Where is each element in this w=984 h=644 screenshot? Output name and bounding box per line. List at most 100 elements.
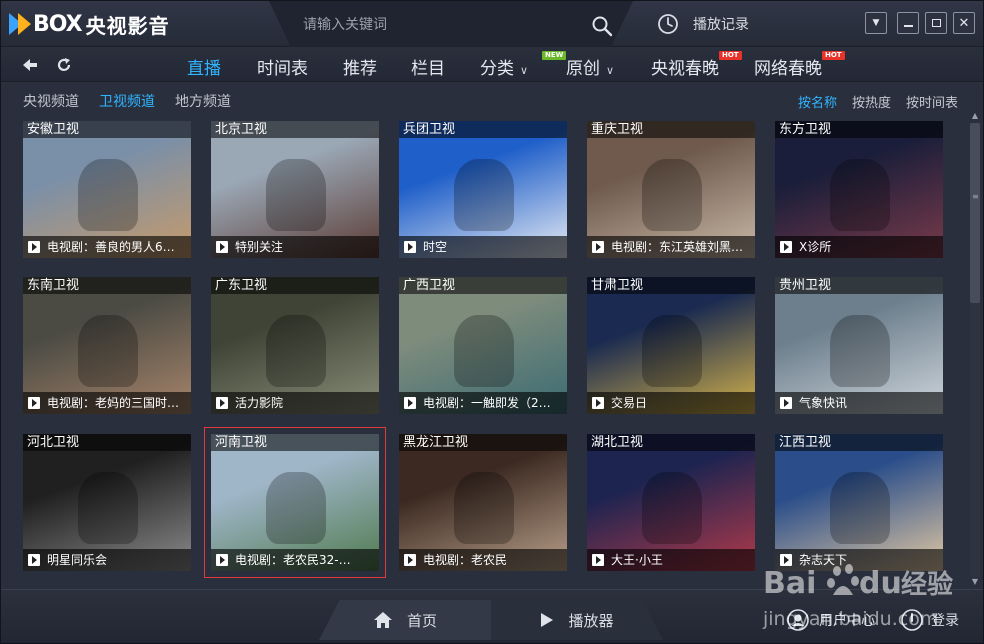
program-title: 交易日	[587, 392, 755, 414]
player-label: 播放器	[568, 611, 614, 630]
play-icon	[28, 397, 40, 409]
program-title: X诊所	[775, 236, 943, 258]
program-title: 明星同乐会	[23, 549, 191, 571]
channel-tile[interactable]: 广东卫视 活力影院	[211, 277, 379, 414]
channel-tile[interactable]: 甘肃卫视 交易日	[587, 277, 755, 414]
channel-tile[interactable]: 兵团卫视 时空	[399, 121, 567, 258]
nav-original[interactable]: 原创 ∨	[566, 54, 615, 79]
menu-dropdown-button[interactable]: ▼	[865, 12, 887, 34]
play-icon	[592, 397, 604, 409]
close-icon: ✕	[958, 15, 970, 31]
player-button[interactable]: 播放器	[491, 600, 663, 640]
program-title: 电视剧：善良的男人6…	[23, 236, 191, 258]
scroll-down-arrow-icon[interactable]: ▼	[969, 577, 981, 587]
scrollbar[interactable]: ▲ ≡ ▼	[965, 111, 983, 589]
nav-category-label: 分类	[480, 59, 514, 79]
new-badge: NEW	[542, 51, 567, 60]
play-icon	[216, 554, 228, 566]
program-title: 杂志天下	[775, 549, 943, 571]
nav-columns-label: 栏目	[411, 59, 445, 79]
hot-badge: HOT	[822, 51, 845, 60]
play-icon	[216, 397, 228, 409]
nav-schedule[interactable]: 时间表	[257, 54, 308, 79]
maximize-button[interactable]	[925, 12, 947, 34]
tab-satellite-channels[interactable]: 卫视频道	[99, 91, 155, 111]
user-icon	[787, 609, 809, 631]
tab-cctv-channels[interactable]: 央视频道	[23, 91, 79, 111]
scroll-up-arrow-icon[interactable]: ▲	[969, 111, 981, 121]
channel-name: 东南卫视	[23, 277, 191, 294]
minimize-icon	[903, 24, 913, 27]
channel-tile[interactable]: 河北卫视 明星同乐会	[23, 434, 191, 571]
sort-by-popularity[interactable]: 按热度	[852, 92, 891, 111]
play-history-button[interactable]: 播放记录	[657, 12, 749, 36]
channel-tile[interactable]: 东南卫视电视剧：老妈的三国时…	[23, 277, 191, 414]
program-title: 时空	[399, 236, 567, 258]
channel-name: 北京卫视	[211, 121, 379, 138]
channel-tile[interactable]: 贵州卫视 气象快讯	[775, 277, 943, 414]
home-button[interactable]: 首页	[319, 600, 491, 640]
channel-name: 重庆卫视	[587, 121, 755, 138]
channel-tile[interactable]: 北京卫视 特别关注	[211, 121, 379, 258]
program-title: 电视剧：东江英雄刘黑…	[587, 236, 755, 258]
channel-tile[interactable]: 湖北卫视大王·小王	[587, 434, 755, 571]
channel-name: 安徽卫视	[23, 121, 191, 138]
nav-recommend[interactable]: 推荐	[343, 54, 377, 79]
channel-tile[interactable]: 黑龙江卫视 电视剧：老农民	[399, 434, 567, 571]
chevron-down-icon: ∨	[606, 64, 615, 77]
logo-chinese: 央视影音	[85, 13, 170, 38]
channel-tile[interactable]: 重庆卫视电视剧：东江英雄刘黑…	[587, 121, 755, 258]
bottom-bar: 首页 播放器 用户中心 登录	[1, 589, 983, 643]
back-arrow-icon[interactable]	[21, 56, 39, 74]
play-icon	[28, 554, 40, 566]
channel-name: 湖北卫视	[587, 434, 755, 451]
tab-local-channels[interactable]: 地方频道	[175, 91, 231, 111]
login-button[interactable]: 登录	[901, 609, 959, 631]
app-window: BOX 央视影音 播放记录 ▼ ✕	[0, 0, 984, 644]
grip-icon: ≡	[972, 192, 979, 201]
app-logo: BOX 央视影音	[9, 11, 170, 38]
nav-schedule-label: 时间表	[257, 59, 308, 79]
play-icon	[780, 397, 792, 409]
channel-tile[interactable]: 江西卫视 杂志天下	[775, 434, 943, 571]
nav-columns[interactable]: 栏目	[411, 54, 445, 79]
nav-cctv-gala[interactable]: 央视春晚 HOT	[651, 51, 742, 79]
chevron-down-icon: ∨	[520, 64, 529, 77]
program-title: 特别关注	[211, 236, 379, 258]
refresh-icon[interactable]	[55, 56, 73, 74]
sort-by-name[interactable]: 按名称	[798, 92, 837, 111]
channel-name: 江西卫视	[775, 434, 943, 451]
clock-icon	[658, 14, 678, 34]
play-icon	[780, 241, 792, 253]
channel-name: 广东卫视	[211, 277, 379, 294]
program-title: 电视剧：老妈的三国时…	[23, 392, 191, 414]
home-icon	[373, 612, 392, 628]
close-button[interactable]: ✕	[953, 12, 975, 34]
search-icon	[592, 16, 613, 37]
nav-web-gala[interactable]: 网络春晚 HOT	[754, 51, 845, 79]
play-icon	[541, 613, 554, 627]
scroll-thumb[interactable]: ≡	[970, 123, 980, 303]
nav-recommend-label: 推荐	[343, 59, 377, 79]
search-input[interactable]	[303, 14, 563, 36]
scroll-track[interactable]: ≡	[970, 123, 980, 577]
channel-tile[interactable]: 广西卫视 电视剧：一触即发（2…	[399, 277, 567, 414]
channel-name: 黑龙江卫视	[399, 434, 567, 451]
user-center-button[interactable]: 用户中心	[787, 609, 875, 631]
channel-name: 甘肃卫视	[587, 277, 755, 294]
nav-live[interactable]: 直播	[187, 54, 221, 79]
maximize-icon	[931, 19, 941, 27]
channel-tile[interactable]: 东方卫视 X诊所	[775, 121, 943, 258]
logo-text: BOX	[33, 11, 83, 37]
search-button[interactable]	[591, 15, 613, 37]
minimize-button[interactable]	[897, 12, 919, 34]
channel-name: 东方卫视	[775, 121, 943, 138]
nav-cctv-gala-label: 央视春晚	[651, 59, 719, 79]
channel-tile[interactable]: 安徽卫视电视剧：善良的男人6…	[23, 121, 191, 258]
sort-by-schedule[interactable]: 按时间表	[906, 92, 958, 111]
channel-name: 河北卫视	[23, 434, 191, 451]
program-title: 大王·小王	[587, 549, 755, 571]
channel-tile[interactable]: 河南卫视 电视剧：老农民32-…	[204, 427, 386, 578]
user-center-label: 用户中心	[819, 613, 875, 629]
nav-category[interactable]: 分类 ∨ NEW	[480, 51, 567, 79]
